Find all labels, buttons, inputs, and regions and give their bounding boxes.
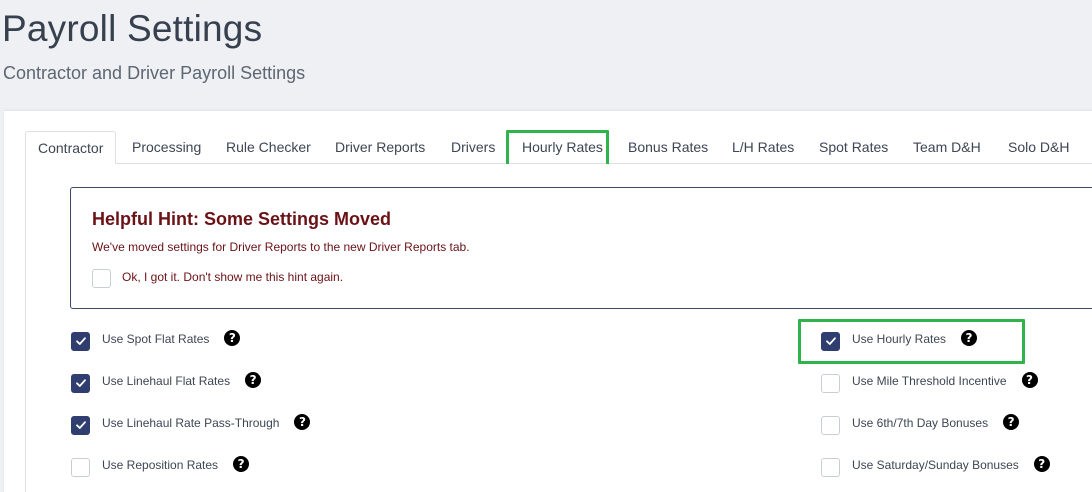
option-label: Use Saturday/Sunday Bonuses <box>852 458 1019 472</box>
checkmark-icon <box>75 337 86 345</box>
option-use-linehaul-rate-pass-through[interactable]: Use Linehaul Rate Pass-Through ? <box>71 414 311 436</box>
question-circle-icon[interactable]: ? <box>1021 372 1038 388</box>
option-use-saturday-sunday-bonuses[interactable]: Use Saturday/Sunday Bonuses ? <box>821 456 1050 478</box>
tab-lh-rates[interactable]: L/H Rates <box>732 131 794 164</box>
hourly-rates-tab-highlight <box>506 130 609 168</box>
checkmark-icon <box>75 421 86 429</box>
question-circle-icon[interactable]: ? <box>1003 414 1020 430</box>
checkbox-use-mile-threshold-incentive[interactable] <box>821 373 840 393</box>
question-circle-icon[interactable]: ? <box>294 414 311 430</box>
checkmark-icon <box>75 379 86 387</box>
option-label: Use Reposition Rates <box>102 458 219 472</box>
checkbox-use-reposition-rates[interactable] <box>71 457 90 477</box>
option-label: Use Linehaul Rate Pass-Through <box>102 416 280 430</box>
option-label: Use Linehaul Flat Rates <box>102 374 231 388</box>
option-use-reposition-rates[interactable]: Use Reposition Rates ? <box>71 456 250 478</box>
hint-text: We've moved settings for Driver Reports … <box>92 240 470 254</box>
checkbox-use-linehaul-rate-pass-through[interactable] <box>71 415 90 435</box>
tab-processing[interactable]: Processing <box>132 131 201 164</box>
option-label: Use Spot Flat Rates <box>102 332 210 346</box>
question-circle-icon[interactable]: ? <box>233 456 250 472</box>
hourly-rates-option-highlight <box>798 319 1025 364</box>
option-use-linehaul-flat-rates[interactable]: Use Linehaul Flat Rates ? <box>71 372 262 394</box>
tab-spot-rates[interactable]: Spot Rates <box>819 131 888 164</box>
tab-team-dh[interactable]: Team D&H <box>913 131 981 164</box>
tab-contractor[interactable]: Contractor <box>25 131 117 165</box>
checkbox-use-linehaul-flat-rates[interactable] <box>71 373 90 393</box>
hint-dismiss-option[interactable]: Ok, I got it. Don't show me this hint ag… <box>92 269 343 288</box>
settings-card: Contractor Processing Rule Checker Drive… <box>4 110 1092 492</box>
option-label: Use Mile Threshold Incentive <box>852 374 1007 388</box>
hint-dismiss-label: Ok, I got it. Don't show me this hint ag… <box>122 269 344 284</box>
question-circle-icon[interactable]: ? <box>245 372 262 388</box>
tab-drivers[interactable]: Drivers <box>451 131 495 164</box>
tab-driver-reports[interactable]: Driver Reports <box>335 131 425 164</box>
page-title: Payroll Settings <box>2 8 263 49</box>
tab-rule-checker[interactable]: Rule Checker <box>226 131 311 164</box>
hint-dismiss-checkbox[interactable] <box>92 269 111 288</box>
option-use-mile-threshold-incentive[interactable]: Use Mile Threshold Incentive ? <box>821 372 1038 394</box>
question-circle-icon[interactable]: ? <box>224 330 241 346</box>
option-use-spot-flat-rates[interactable]: Use Spot Flat Rates ? <box>71 330 241 352</box>
tab-solo-dh[interactable]: Solo D&H <box>1008 131 1069 164</box>
question-circle-icon[interactable]: ? <box>1033 456 1050 472</box>
hint-title: Helpful Hint: Some Settings Moved <box>92 209 392 229</box>
checkbox-use-saturday-sunday-bonuses[interactable] <box>821 457 840 477</box>
tab-bonus-rates[interactable]: Bonus Rates <box>628 131 708 164</box>
checkbox-use-spot-flat-rates[interactable] <box>71 331 90 351</box>
option-label: Use 6th/7th Day Bonuses <box>852 416 989 430</box>
checkbox-use-6th-7th-day-bonuses[interactable] <box>821 415 840 435</box>
page-subtitle: Contractor and Driver Payroll Settings <box>3 63 306 83</box>
helpful-hint-panel: Helpful Hint: Some Settings Moved We've … <box>70 187 1092 309</box>
option-use-6th-7th-day-bonuses[interactable]: Use 6th/7th Day Bonuses ? <box>821 414 1020 436</box>
